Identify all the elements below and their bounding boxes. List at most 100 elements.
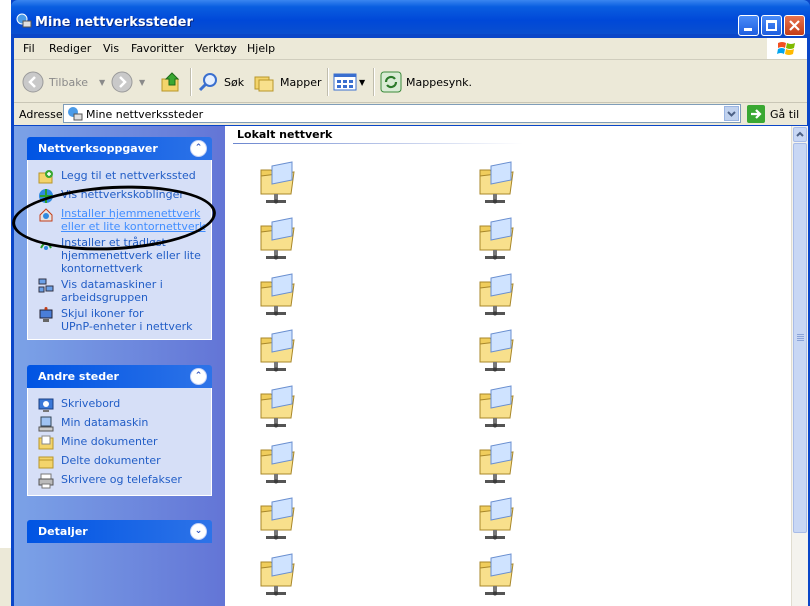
views-dropdown-icon[interactable]: ▼ [359,78,365,87]
other-places-item-label: Skrivere og telefakser [61,473,182,486]
other-places-header[interactable]: Andre steder ⌃ [27,365,212,388]
scroll-thumb[interactable] [793,143,807,533]
network-tasks-item-label: Legg til et nettverkssted [61,169,196,182]
network-share-folder-icon[interactable] [477,440,515,486]
network-tasks-item[interactable]: Vis datamaskiner i arbeidsgruppen [28,278,211,304]
network-tasks-header[interactable]: Nettverksoppgaver ⌃ [27,137,212,160]
background-window-edge-lower [0,548,11,606]
chevron-up-icon [796,131,804,137]
network-share-folder-icon[interactable] [477,496,515,542]
address-label: Adresse [19,108,63,121]
address-dropdown-button[interactable] [724,106,739,121]
other-places-item[interactable]: Delte dokumenter [28,454,211,470]
other-places-item[interactable]: Skrivebord [28,397,211,413]
menu-edit[interactable]: Rediger [49,42,91,55]
other-places-item-label: Mine dokumenter [61,435,158,448]
add-network-place-icon [38,170,53,184]
maximize-button[interactable] [761,15,782,36]
address-value: Mine nettverkssteder [86,108,204,121]
other-places-title: Andre steder [38,370,119,383]
toolbar-separator [373,68,375,96]
other-places-list: Skrivebord Min datamaskin Mine dokumenter D… [27,388,212,496]
menu-tools[interactable]: Verktøy [195,42,237,55]
vertical-scrollbar[interactable] [791,126,808,606]
other-places-item-label: Min datamaskin [61,416,149,429]
go-button[interactable]: Gå til [747,105,799,123]
forward-dropdown-icon[interactable]: ▼ [139,78,145,87]
back-label: Tilbake [49,75,88,89]
back-dropdown-icon[interactable]: ▼ [99,78,105,87]
search-label: Søk [224,75,245,89]
network-share-folder-icon[interactable] [258,216,296,262]
scroll-up-button[interactable] [793,127,807,142]
up-button[interactable] [160,71,182,93]
network-share-folder-icon[interactable] [258,272,296,318]
background-window-edge [0,0,11,548]
group-title: Lokalt nettverk [237,128,333,141]
search-icon [198,73,217,92]
network-tasks-item-label: Skjul ikoner for UPnP-enheter i nettverk [61,307,193,333]
folder-sync-button[interactable]: Mappesynk. [380,71,472,93]
other-places-item[interactable]: Mine dokumenter [28,435,211,451]
my-computer-icon [38,416,54,432]
details-title: Detaljer [38,525,88,538]
menu-help[interactable]: Hjelp [247,42,275,55]
network-tasks-item[interactable]: Legg til et nettverkssted [28,169,211,185]
chevron-down-icon [727,111,736,117]
other-places-panel: Andre steder ⌃ Skrivebord Min datamaskin M… [27,365,212,496]
menu-view[interactable]: Vis [103,42,119,55]
close-icon [789,20,800,31]
network-share-folder-icon[interactable] [258,552,296,598]
network-share-folder-icon[interactable] [258,496,296,542]
window-title: Mine nettverkssteder [35,15,193,30]
collapse-chevron-icon[interactable]: ⌃ [190,368,207,385]
sync-icon [380,71,402,93]
address-field[interactable]: Mine nettverkssteder [63,104,741,123]
network-places-icon [68,107,83,121]
shared-documents-icon [38,456,54,469]
other-places-item-label: Delte dokumenter [61,454,161,467]
file-list: Lokalt nettverk [225,126,791,606]
views-button[interactable]: ▼ [333,71,365,93]
go-arrow-icon [747,105,765,123]
network-tasks-item[interactable]: Skjul ikoner for UPnP-enheter i nettverk [28,307,211,333]
views-icon [333,73,357,91]
other-places-item[interactable]: Min datamaskin [28,416,211,432]
network-share-folder-icon[interactable] [477,328,515,374]
my-documents-icon [38,435,54,450]
expand-chevron-icon[interactable]: ⌄ [190,523,207,540]
collapse-chevron-icon[interactable]: ⌃ [190,140,207,157]
network-share-folder-icon[interactable] [258,160,296,206]
search-button[interactable]: Søk [197,71,244,93]
explorer-window: Mine nettverkssteder Fil Rediger Vis Fav… [11,0,810,606]
network-share-folder-icon[interactable] [258,328,296,374]
address-bar: Adresse Mine nettverkssteder Gå til [14,103,807,125]
menu-file[interactable]: Fil [23,42,35,55]
standard-toolbar: Tilbake ▼ ▼ Søk Mapper ▼ Mappesynk. [14,60,807,103]
printers-icon [38,473,54,489]
windows-logo [767,38,807,59]
network-share-folder-icon[interactable] [477,272,515,318]
network-tasks-title: Nettverksoppgaver [38,142,158,155]
menu-favorites[interactable]: Favoritter [131,42,184,55]
back-button[interactable]: Tilbake ▼ [22,71,105,93]
folders-icon [254,76,274,92]
workgroup-icon [38,278,54,293]
other-places-item[interactable]: Skrivere og telefakser [28,473,211,489]
close-button[interactable] [784,15,805,36]
folders-button[interactable]: Mapper [253,71,322,93]
network-share-folder-icon[interactable] [477,160,515,206]
details-panel: Detaljer ⌄ [27,520,212,543]
details-header[interactable]: Detaljer ⌄ [27,520,212,543]
title-bar[interactable]: Mine nettverkssteder [11,0,810,36]
network-share-folder-icon[interactable] [477,552,515,598]
forward-button[interactable]: ▼ [111,71,145,93]
network-share-folder-icon[interactable] [477,216,515,262]
minimize-button[interactable] [738,15,759,36]
network-share-folder-icon[interactable] [258,384,296,430]
folder-up-icon [161,72,180,92]
network-places-icon [16,13,32,28]
other-places-item-label: Skrivebord [61,397,121,410]
network-share-folder-icon[interactable] [477,384,515,430]
network-share-folder-icon[interactable] [258,440,296,486]
